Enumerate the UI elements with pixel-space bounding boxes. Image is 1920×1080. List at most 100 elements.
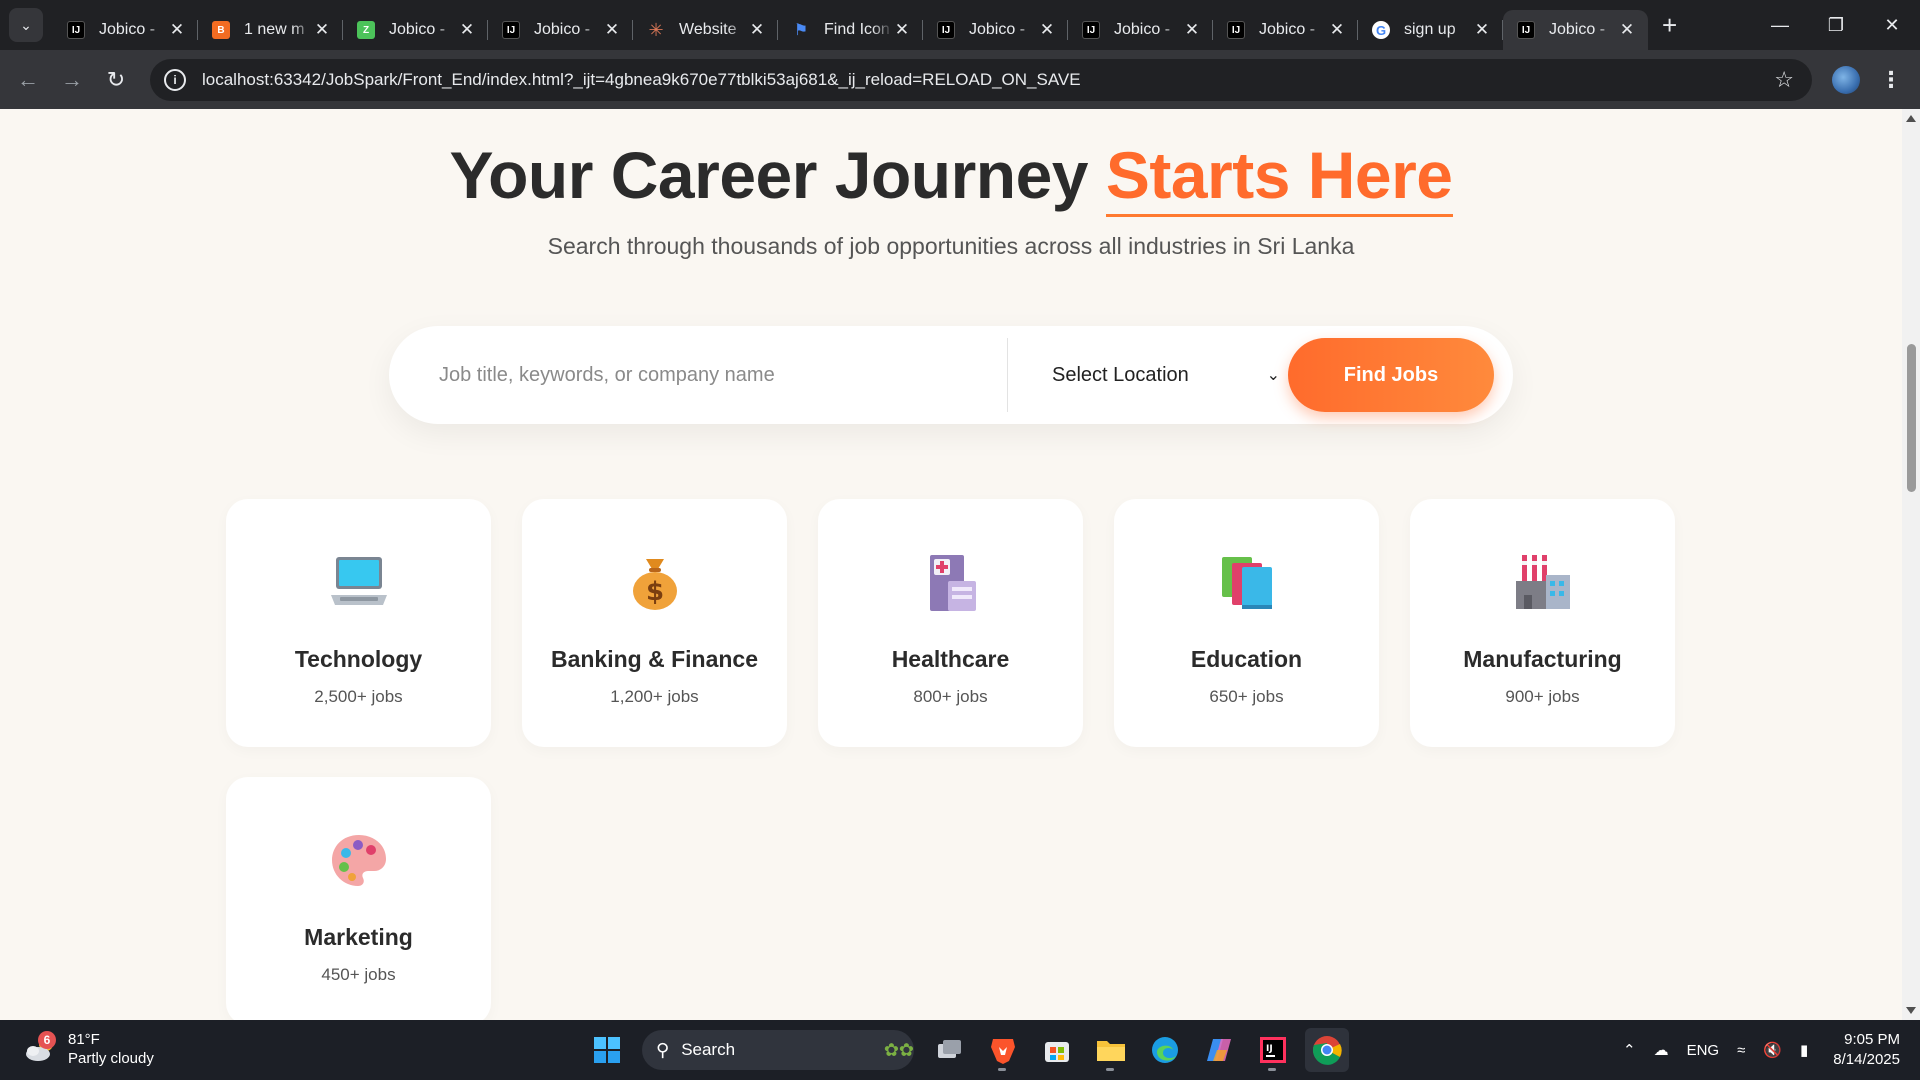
clock-time: 9:05 PM [1844,1031,1900,1048]
tab-3[interactable]: IJ Jobico - ✕ [488,10,633,50]
blogger-icon: B [212,21,230,39]
tab-7[interactable]: IJ Jobico - ✕ [1068,10,1213,50]
brave-browser-icon[interactable] [981,1028,1025,1072]
wifi-icon[interactable]: ≈ [1737,1042,1745,1059]
close-icon[interactable]: ✕ [1473,20,1491,40]
palette-icon [226,829,491,891]
location-select[interactable]: Select Location ⌄ [1052,364,1280,387]
money-bag-icon: $ [522,551,787,613]
tab-6[interactable]: IJ Jobico - ✕ [923,10,1068,50]
tab-2[interactable]: Z Jobico - ✕ [343,10,488,50]
file-explorer-icon[interactable] [1089,1028,1133,1072]
language-indicator[interactable]: ENG [1687,1042,1720,1059]
weather-text: 81°F Partly cloudy [68,1030,154,1068]
factory-icon [1410,551,1675,613]
windows-start-icon[interactable] [585,1028,629,1072]
category-card-technology[interactable]: Technology 2,500+ jobs [226,499,491,747]
close-icon[interactable]: ✕ [603,20,621,40]
tab-title: Jobico - [534,21,591,38]
url-text[interactable]: localhost:63342/JobSpark/Front_End/index… [202,70,1774,90]
browser-tab-strip: ⌄ IJ Jobico - ✕ B 1 new m ✕ Z Jobico - ✕… [0,0,1920,50]
category-card-manufacturing[interactable]: Manufacturing 900+ jobs [1410,499,1675,747]
category-name: Marketing [304,924,413,950]
forward-icon[interactable]: → [50,67,94,93]
profile-avatar[interactable] [1832,65,1860,94]
flag-icon: ⚑ [793,22,809,39]
reload-icon[interactable]: ↻ [94,67,138,93]
hero-title-main: Your Career Journey [449,138,1088,212]
category-count: 450+ jobs [321,965,396,984]
scroll-up-arrow-icon[interactable] [1906,115,1916,122]
category-card-marketing[interactable]: Marketing 450+ jobs [226,777,491,1020]
task-view-icon[interactable] [927,1028,971,1072]
category-count: 800+ jobs [913,687,988,706]
tab-title: Jobico - [1549,21,1606,38]
tab-1[interactable]: B 1 new m ✕ [198,10,343,50]
tab-5[interactable]: ⚑ Find Icon ✕ [778,10,923,50]
minimize-icon[interactable]: — [1752,0,1808,50]
tab-title: Jobico - [389,21,446,38]
chevron-up-icon[interactable]: ⌃ [1623,1041,1636,1059]
close-icon[interactable]: ✕ [1328,20,1346,40]
menu-kebab-icon[interactable]: ⋮ [1880,67,1902,93]
category-count: 2,500+ jobs [314,687,403,706]
address-bar[interactable]: i localhost:63342/JobSpark/Front_End/ind… [150,58,1812,101]
scrollbar-thumb[interactable] [1907,344,1916,492]
weather-desc: Partly cloudy [68,1050,154,1067]
close-icon[interactable]: ✕ [1618,20,1636,40]
category-name: Healthcare [891,646,1010,672]
scroll-down-arrow-icon[interactable] [1906,1007,1916,1014]
tab-4[interactable]: ✳ Website ✕ [633,10,778,50]
new-tab-button[interactable]: + [1662,10,1677,41]
search-icon: ⚲ [656,1039,670,1060]
hospital-icon [818,551,1083,613]
microsoft-store-icon[interactable] [1035,1028,1079,1072]
back-icon[interactable]: ← [6,67,50,93]
svg-text:$: $ [645,577,663,607]
category-card-education[interactable]: Education 650+ jobs [1114,499,1379,747]
page-scrollbar[interactable] [1902,109,1920,1020]
job-search-bar: Select Location ⌄ Find Jobs [389,326,1513,424]
category-card-healthcare[interactable]: Healthcare 800+ jobs [818,499,1083,747]
site-info-icon[interactable]: i [164,68,186,91]
weather-widget[interactable]: 6 81°F Partly cloudy [24,1030,154,1068]
tab-8[interactable]: IJ Jobico - ✕ [1213,10,1358,50]
tab-title: Website [679,21,737,38]
chrome-browser-icon[interactable] [1305,1028,1349,1072]
clock[interactable]: 9:05 PM 8/14/2025 [1833,1030,1900,1070]
close-icon[interactable]: ✕ [458,20,476,40]
tab-9[interactable]: G sign up ✕ [1358,10,1503,50]
close-icon[interactable]: ✕ [1183,20,1201,40]
speaker-muted-icon[interactable]: 🔇 [1763,1041,1782,1059]
location-select-value: Select Location [1052,363,1189,386]
battery-icon[interactable]: ▮ [1800,1041,1808,1059]
category-count: 1,200+ jobs [610,687,699,706]
tab-search-button[interactable]: ⌄ [9,8,43,42]
close-window-icon[interactable]: ✕ [1864,0,1920,50]
google-icon: G [1372,21,1390,39]
restore-icon[interactable]: ❐ [1808,0,1864,50]
books-icon [1114,551,1379,613]
close-icon[interactable]: ✕ [1038,20,1056,40]
find-jobs-button[interactable]: Find Jobs [1288,338,1494,412]
close-icon[interactable]: ✕ [893,20,911,40]
taskbar-search-box[interactable]: ⚲ Search ✿✿ [642,1030,914,1070]
job-search-input[interactable] [439,363,999,387]
system-tray: ⌃ ☁ ENG ≈ 🔇 ▮ 9:05 PM 8/14/2025 [1614,1020,1920,1080]
intellij-idea-icon[interactable]: IJ [1251,1028,1295,1072]
bookmark-star-icon[interactable]: ☆ [1774,67,1794,93]
close-icon[interactable]: ✕ [748,20,766,40]
search-highlight-icon: ✿✿ [883,1039,914,1060]
copilot-icon[interactable] [1197,1028,1241,1072]
intellij-icon: IJ [1227,21,1245,39]
close-icon[interactable]: ✕ [168,20,186,40]
tab-title: Jobico - [99,21,156,38]
tab-0[interactable]: IJ Jobico - ✕ [53,10,198,50]
tab-title: Jobico - [1259,21,1316,38]
category-card-banking[interactable]: $ Banking & Finance 1,200+ jobs [522,499,787,747]
tab-10-active[interactable]: IJ Jobico - ✕ [1503,10,1648,50]
edge-browser-icon[interactable] [1143,1028,1187,1072]
close-icon[interactable]: ✕ [313,20,331,40]
onedrive-cloud-icon[interactable]: ☁ [1654,1041,1669,1059]
hero-subtitle: Search through thousands of job opportun… [547,233,1355,259]
